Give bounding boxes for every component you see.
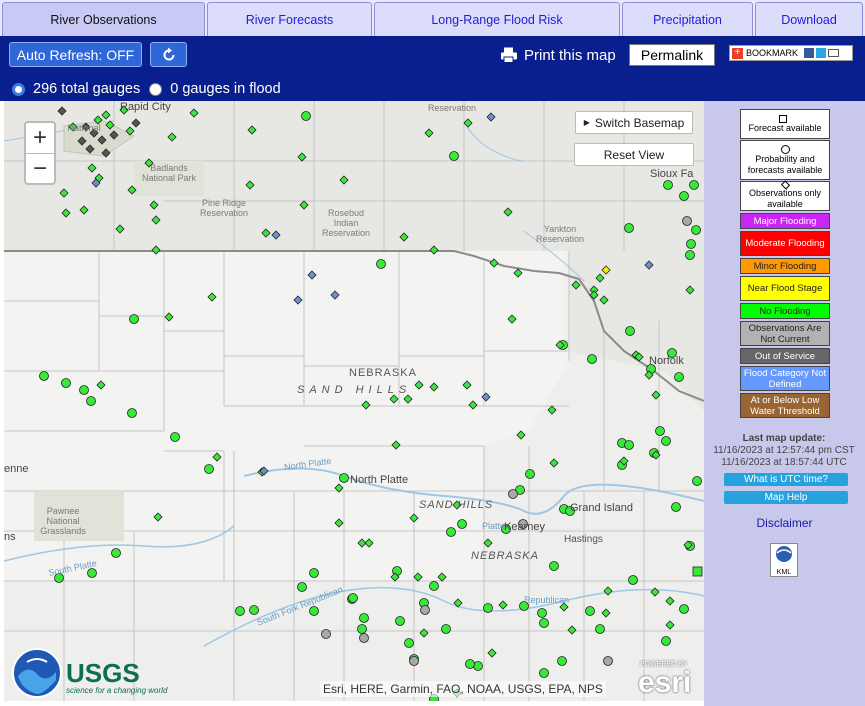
legend-probability-label: Probability and forecasts available <box>747 153 823 175</box>
refresh-button[interactable] <box>150 42 187 67</box>
bookmark-label: BOOKMARK <box>746 48 799 58</box>
total-gauges-radio[interactable] <box>12 82 25 96</box>
map-view[interactable]: Rapid City National Badlands National Pa… <box>4 101 704 701</box>
legend-near: Near Flood Stage <box>740 276 830 301</box>
print-label: Print this map <box>524 46 616 64</box>
email-icon <box>828 49 840 57</box>
label-pine-ridge: Pine Ridge Reservation <box>199 198 249 218</box>
label-cheyenne: enne <box>4 463 29 475</box>
last-update-label: Last map update: <box>742 433 826 444</box>
legend-minor: Minor Flooding <box>740 258 830 274</box>
square-icon <box>779 114 787 123</box>
refresh-icon <box>163 47 174 60</box>
toolbar: Auto Refresh: OFF Print this map Permali… <box>0 36 865 101</box>
last-update-utc: 11/16/2023 at 18:57:44 UTC <box>721 457 847 468</box>
label-north-platte: North Platte <box>350 474 409 486</box>
legend-probability: Probability and forecasts available <box>740 140 830 180</box>
esri-logo: esri <box>638 666 692 699</box>
permalink-button[interactable]: Permalink <box>629 44 715 66</box>
label-sand-hills: SAND HILLS <box>297 384 412 396</box>
label-badlands: Badlands National Park <box>141 163 197 183</box>
printer-icon <box>501 47 517 63</box>
bookmark-button[interactable]: + BOOKMARK <box>729 45 853 61</box>
legend-out-of-service: Out of Service <box>740 348 830 364</box>
gauges-in-flood-radio[interactable] <box>149 82 163 96</box>
circle-icon <box>780 144 790 154</box>
zoom-control: + − <box>24 121 56 185</box>
label-nebraska-2: NEBRASKA <box>471 550 539 562</box>
legend-forecast: Forecast available <box>740 109 830 139</box>
legend-observations-only: Observations only available <box>740 180 830 211</box>
disclaimer-link[interactable]: Disclaimer <box>704 516 865 530</box>
gauge-filter: 296 total gauges 0 gauges in flood <box>12 80 281 98</box>
label-rosebud: Rosebud Indian Reservation <box>321 208 371 238</box>
label-national: National <box>67 123 101 133</box>
usgs-tagline: science for a changing world <box>66 686 168 695</box>
map-attribution: Esri, HERE, Garmin, FAO, NOAA, USGS, EPA… <box>320 681 606 697</box>
legend-not-current: Observations Are Not Current <box>740 321 830 346</box>
label-republican-2: Republican <box>524 595 570 605</box>
legend-low-water: At or Below Low Water Threshold <box>740 393 830 418</box>
label-grand-island: Grand Island <box>570 502 633 514</box>
tab-long-range-flood-risk[interactable]: Long-Range Flood Risk <box>374 2 620 36</box>
utc-time-button[interactable]: What is UTC time? <box>724 473 848 486</box>
label-ns: ns <box>4 531 16 543</box>
label-hastings: Hastings <box>564 534 603 545</box>
label-platte: Platte <box>482 521 506 531</box>
kml-icon <box>776 546 792 562</box>
legend-observations-only-label: Observations only available <box>748 188 822 209</box>
label-pawnee: Pawnee National Grasslands <box>40 506 86 536</box>
last-update-cst: 11/16/2023 at 12:57:44 pm CST <box>713 445 855 456</box>
kml-download-button[interactable]: KML <box>770 543 798 577</box>
legend-moderate: Moderate Flooding <box>740 231 830 256</box>
print-map-link[interactable]: Print this map <box>500 44 616 66</box>
switch-basemap-button[interactable]: ▶ Switch Basemap <box>575 111 693 134</box>
map-help-button[interactable]: Map Help <box>724 491 848 504</box>
caret-right-icon: ▶ <box>583 118 590 127</box>
zoom-out-button[interactable]: − <box>26 154 54 184</box>
last-update: Last map update: 11/16/2023 at 12:57:44 … <box>708 433 860 469</box>
reset-view-button[interactable]: Reset View <box>574 143 694 166</box>
total-gauges-label: 296 total gauges <box>33 81 141 97</box>
label-sioux-falls: Sioux Fa <box>650 168 694 180</box>
switch-basemap-label: Switch Basemap <box>594 115 685 130</box>
label-nebraska: NEBRASKA <box>349 367 417 379</box>
tab-download[interactable]: Download <box>755 2 863 36</box>
gauges-in-flood-label: 0 gauges in flood <box>170 81 281 97</box>
tab-river-forecasts[interactable]: River Forecasts <box>207 2 372 36</box>
label-sand-hills-2: SAND HILLS <box>419 499 494 511</box>
basemap <box>4 101 704 701</box>
legend-no-flooding: No Flooding <box>740 303 830 319</box>
label-norfolk: Norfolk <box>649 355 684 367</box>
twitter-icon <box>816 48 827 58</box>
zoom-in-button[interactable]: + <box>26 123 54 153</box>
usgs-logo: USGS <box>66 658 140 688</box>
kml-label: KML <box>776 569 792 576</box>
legend-major: Major Flooding <box>740 213 830 229</box>
label-yankton: Yankton Reservation <box>535 224 585 244</box>
tab-bar: River Observations River Forecasts Long-… <box>0 0 865 36</box>
label-kearney: Kearney <box>504 521 545 533</box>
legend-panel: Forecast available Probability and forec… <box>704 101 865 706</box>
tab-river-observations[interactable]: River Observations <box>2 2 205 36</box>
label-rapid-city: Rapid City <box>120 101 171 113</box>
label-reservation: Reservation <box>427 103 477 113</box>
facebook-icon <box>804 48 815 58</box>
noaa-logo <box>12 648 62 698</box>
auto-refresh-button[interactable]: Auto Refresh: OFF <box>9 42 142 67</box>
legend-not-defined: Flood Category Not Defined <box>740 366 830 391</box>
legend-forecast-label: Forecast available <box>748 122 822 133</box>
bookmark-plus-icon: + <box>732 47 743 59</box>
tab-precipitation[interactable]: Precipitation <box>622 2 753 36</box>
